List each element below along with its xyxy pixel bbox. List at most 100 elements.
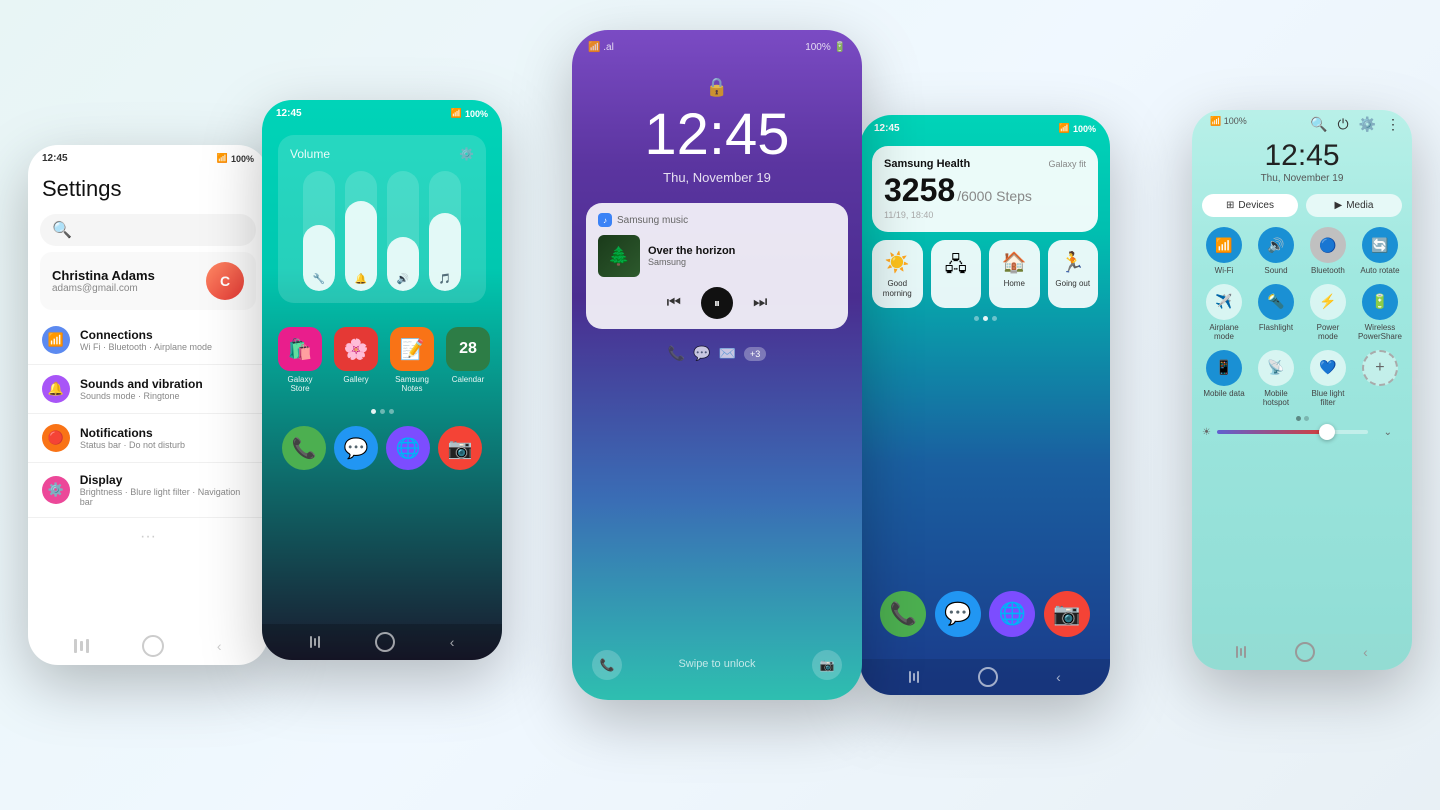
status-icons-4: 📶 100%: [1059, 123, 1096, 134]
brightness-thumb[interactable]: [1319, 424, 1335, 440]
quick-btn-going-out[interactable]: 🏃 Going out: [1048, 240, 1099, 308]
settings-item-connections[interactable]: 📶 Connections Wi Fi · Bluetooth · Airpla…: [28, 316, 268, 365]
settings-panel-icon[interactable]: ⚙️: [1359, 116, 1376, 133]
battery-2: 100%: [465, 109, 488, 119]
flash-toggle-label: Flashlight: [1259, 323, 1293, 333]
camera-btn[interactable]: 📷: [1044, 591, 1090, 637]
nav-back-2[interactable]: ‹: [450, 634, 455, 650]
media-label: Media: [1346, 200, 1373, 211]
app-gallery[interactable]: 🌸 Gallery: [334, 327, 378, 393]
home-bottom-apps: 📞 💬 🌐 📷: [860, 583, 1110, 645]
toggle-hotspot[interactable]: 📡 Mobile hotspot: [1254, 350, 1298, 408]
galaxy-store-icon: 🛍️: [278, 327, 322, 371]
play-btn[interactable]: ⏸: [701, 287, 733, 319]
vol-slider-3[interactable]: 🔊: [387, 171, 419, 291]
settings-item-sounds[interactable]: 🔔 Sounds and vibration Sounds mode · Rin…: [28, 365, 268, 414]
quick-btn-wifi[interactable]: 🖧: [931, 240, 982, 308]
health-sub: Galaxy fit: [1048, 159, 1086, 169]
nav-back-5[interactable]: ‹: [1363, 644, 1368, 660]
lock-phone-btn[interactable]: 📞: [592, 650, 622, 680]
nav-back[interactable]: ‹: [217, 638, 222, 654]
flash-toggle-icon: 🔦: [1258, 284, 1294, 320]
samsung-notes-label: Samsung Notes: [390, 375, 434, 393]
status-bar-2: 12:45 📶 100%: [262, 100, 502, 123]
search-panel-icon[interactable]: 🔍: [1310, 116, 1327, 133]
next-btn[interactable]: ⏭: [753, 294, 767, 312]
music-app-icon: ♪: [598, 213, 612, 227]
status-bar-settings: 12:45 📶 100%: [28, 145, 268, 168]
toggle-mobile-data[interactable]: 📱 Mobile data: [1202, 350, 1246, 408]
vol-slider-1[interactable]: 🔧: [303, 171, 335, 291]
search-bar[interactable]: 🔍: [40, 214, 256, 246]
toggle-wireless-share[interactable]: 🔋 Wireless PowerShare: [1358, 284, 1402, 342]
phone-app[interactable]: 📞: [282, 426, 326, 470]
camera-app[interactable]: 📷: [438, 426, 482, 470]
lock-time: 12:45: [572, 106, 862, 164]
lock-camera-btn[interactable]: 📷: [812, 650, 842, 680]
status-icons-2: 📶 100%: [451, 108, 488, 119]
music-header: ♪ Samsung music: [598, 213, 836, 227]
search-icon: 🔍: [52, 220, 72, 240]
toggle-flashlight[interactable]: 🔦 Flashlight: [1254, 284, 1298, 342]
scene: 12:45 📶 100% Settings 🔍 Christina Adams …: [0, 0, 1440, 810]
more-icon[interactable]: ⋮: [1386, 116, 1400, 133]
tab-media[interactable]: ▶ Media: [1306, 194, 1402, 217]
brightness-track[interactable]: [1217, 430, 1368, 434]
music-app-name: Samsung music: [617, 215, 688, 226]
tab-devices[interactable]: ⊞ Devices: [1202, 194, 1298, 217]
nav-back-4[interactable]: ‹: [1056, 669, 1061, 685]
profile-row[interactable]: Christina Adams adams@gmail.com C: [40, 252, 256, 310]
browser-app[interactable]: 🌐: [386, 426, 430, 470]
power-icon[interactable]: ⏻: [1337, 116, 1348, 133]
nav-home-5[interactable]: [1295, 642, 1315, 662]
battery-4: 100%: [1073, 124, 1096, 134]
settings-item-notifications[interactable]: 🔴 Notifications Status bar · Do not dist…: [28, 414, 268, 463]
toggle-blue-light[interactable]: 💙 Blue light filter: [1306, 350, 1350, 408]
expand-icon[interactable]: ⌄: [1374, 427, 1402, 438]
volume-settings-icon[interactable]: ⚙️: [459, 147, 474, 161]
health-header: Samsung Health Galaxy fit: [884, 158, 1086, 170]
vol-slider-2[interactable]: 🔔: [345, 171, 377, 291]
wifi-device-icon: 🖧: [945, 250, 967, 284]
phone-btn[interactable]: 📞: [880, 591, 926, 637]
signal-icon-1: 📶: [217, 153, 228, 164]
panel-header: 📶 100% 🔍 ⏻ ⚙️ ⋮: [1192, 110, 1412, 139]
app-samsung-notes[interactable]: 📝 Samsung Notes: [390, 327, 434, 393]
toggle-wifi[interactable]: 📶 Wi-Fi: [1202, 227, 1246, 276]
messages-btn[interactable]: 💬: [935, 591, 981, 637]
nav-home-2[interactable]: [375, 632, 395, 652]
browser-btn[interactable]: 🌐: [989, 591, 1035, 637]
morning-label: Good morning: [878, 279, 917, 298]
toggle-rotate[interactable]: 🔄 Auto rotate: [1358, 227, 1402, 276]
status-icons-1: 📶 100%: [217, 153, 254, 164]
phone-settings: 12:45 📶 100% Settings 🔍 Christina Adams …: [28, 145, 268, 665]
nav-recents-4[interactable]: [909, 671, 919, 683]
toggle-sound[interactable]: 🔊 Sound: [1254, 227, 1298, 276]
messages-app[interactable]: 💬: [334, 426, 378, 470]
quick-btn-morning[interactable]: ☀️ Good morning: [872, 240, 923, 308]
power-toggle-icon: ⚡: [1310, 284, 1346, 320]
toggle-add[interactable]: +: [1358, 350, 1402, 408]
message-icon: 💬: [693, 345, 710, 362]
quick-btn-home[interactable]: 🏠 Home: [989, 240, 1040, 308]
nav-bar-4: ‹: [860, 659, 1110, 695]
nav-home-4[interactable]: [978, 667, 998, 687]
nav-recents[interactable]: [74, 639, 89, 653]
vol-slider-4[interactable]: 🎵: [429, 171, 461, 291]
nav-recents-5[interactable]: [1236, 646, 1246, 658]
toggle-bluetooth[interactable]: 🔵 Bluetooth: [1306, 227, 1350, 276]
toggle-airplane[interactable]: ✈️ Airplane mode: [1202, 284, 1246, 342]
settings-item-display[interactable]: ⚙️ Display Brightness · Blure light filt…: [28, 463, 268, 518]
app-calendar[interactable]: 28 Calendar: [446, 327, 490, 393]
prev-btn[interactable]: ⏮: [667, 294, 681, 312]
music-card[interactable]: ♪ Samsung music 🌲 Over the horizon Samsu…: [586, 203, 848, 329]
app-galaxy-store[interactable]: 🛍️ Galaxy Store: [278, 327, 322, 393]
toggle-power-mode[interactable]: ⚡ Power mode: [1306, 284, 1350, 342]
apps-grid: 🛍️ Galaxy Store 🌸 Gallery 📝 Samsung Note…: [262, 315, 502, 405]
brightness-bar[interactable]: ☀ ⌄: [1202, 427, 1402, 438]
nav-home[interactable]: [142, 635, 164, 657]
nav-recents-2[interactable]: [310, 636, 320, 648]
display-sub: Brightness · Blure light filter · Naviga…: [80, 487, 254, 507]
display-icon: ⚙️: [42, 476, 70, 504]
vol-icon-2: 🔔: [355, 274, 367, 285]
